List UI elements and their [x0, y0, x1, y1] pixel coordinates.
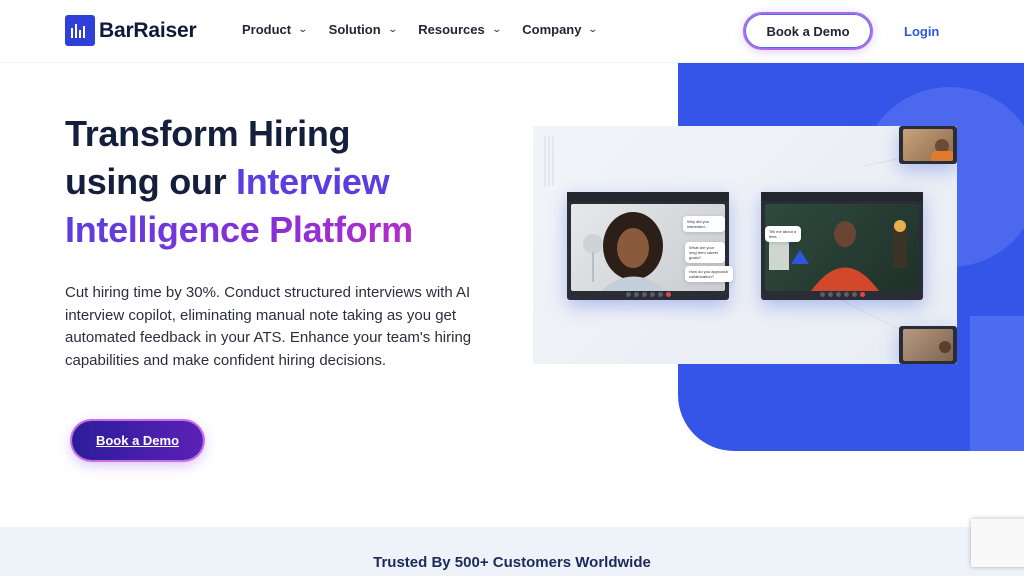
menu-item-resources[interactable]: Resources ⌄ [418, 22, 502, 37]
hero-title-line2: using our [65, 161, 236, 202]
call-controls [567, 292, 729, 299]
trusted-section: Trusted By 500+ Customers Worldwide [0, 527, 1024, 576]
chevron-down-icon: ⌄ [387, 24, 398, 34]
recaptcha-badge[interactable] [971, 519, 1024, 567]
menu-item-solution[interactable]: Solution ⌄ [328, 22, 398, 37]
hero-description: Cut hiring time by 30%. Conduct structur… [65, 284, 472, 369]
video-thumbnail-top [899, 126, 957, 164]
login-link[interactable]: Login [904, 24, 939, 39]
call-controls [761, 292, 923, 299]
hero-title-accent-platform: Intelligence Platform [65, 209, 413, 250]
trusted-heading: Trusted By 500+ Customers Worldwide [373, 554, 651, 571]
decorative-block [970, 316, 1024, 451]
video-interview-illustration: Why did you interested... What are your … [533, 126, 957, 364]
menu-item-product[interactable]: Product ⌄ [242, 22, 308, 37]
interviewer-video-window: Why did you interested... What are your … [567, 192, 733, 300]
menu-item-label: Resources [418, 22, 485, 37]
participant-video [903, 129, 953, 161]
main-menu: Product ⌄ Solution ⌄ Resources ⌄ Company… [242, 22, 599, 37]
book-demo-nav-button[interactable]: Book a Demo [743, 12, 873, 50]
menu-item-label: Product [242, 22, 292, 37]
candidate-video: ? [765, 204, 919, 291]
chevron-down-icon: ⌄ [297, 24, 308, 34]
hero-title-accent-interview: Interview [236, 161, 390, 202]
candidate-video-window: ? Tell me about a time... [761, 192, 923, 300]
chevron-down-icon: ⌄ [491, 24, 502, 34]
hero-title-line1: Transform Hiring [65, 113, 351, 154]
logo-text: BarRaiser [99, 18, 197, 42]
logo-icon [65, 15, 95, 46]
menu-item-label: Company [522, 22, 582, 37]
participant-video [903, 329, 953, 361]
hero-title: Transform Hiring using our Interview Int… [65, 110, 525, 254]
barraiser-logo[interactable]: BarRaiser [65, 15, 197, 46]
chevron-down-icon: ⌄ [588, 24, 599, 34]
video-thumbnail-bottom [899, 326, 957, 364]
book-demo-hero-button[interactable]: Book a Demo [72, 421, 203, 460]
menu-item-label: Solution [328, 22, 381, 37]
top-navigation: BarRaiser Product ⌄ Solution ⌄ Resources… [0, 0, 1024, 63]
menu-item-company[interactable]: Company ⌄ [522, 22, 599, 37]
